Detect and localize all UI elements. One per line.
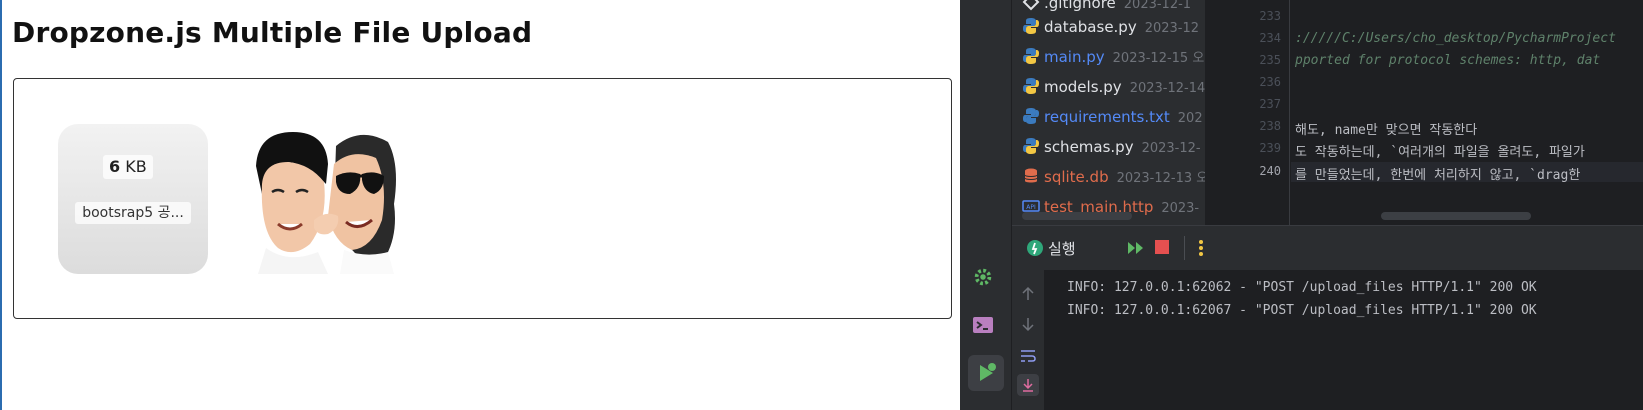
file-date: 2023-12- [1141,141,1201,156]
scroll-to-end-icon[interactable] [1017,374,1039,396]
code-editor[interactable]: ://///C:/Users/cho_desktop/PycharmProjec… [1291,0,1643,225]
line-number: 237 [1259,97,1281,111]
file-date: 2023-12-15 오 [1112,51,1205,66]
file-item-sqlite-db[interactable]: sqlite.db 2023-12-13 오 [1022,166,1205,188]
line-number: 233 [1259,9,1281,23]
arrow-down-icon[interactable] [1021,316,1035,336]
browser-page: Dropzone.js Multiple File Upload 6 KB bo… [0,0,960,410]
file-item-requirements-txt[interactable]: requirements.txt 202 [1022,106,1203,128]
console-side-toolbar [1012,270,1044,410]
git-diamond-icon [1022,0,1040,11]
file-name-label: sqlite.db [1044,168,1109,186]
file-date: 2023-12-14 [1129,81,1205,96]
database-icon [1024,168,1038,183]
code-line: 를 만들었는데, 한번에 처리하지 않고, `drag한 [1295,168,1581,183]
arrow-up-icon[interactable] [1021,286,1035,306]
line-number-gutter: 233 234 235 236 237 238 239 240 [1205,0,1290,225]
file-item-gitignore[interactable]: .gitignore 2023-12-1 [1022,0,1191,14]
run-config-icon [1026,239,1044,261]
uploaded-image-thumbnail[interactable] [248,124,398,274]
editor-horizontal-scrollbar[interactable] [1381,212,1531,220]
python-icon [1023,48,1039,64]
file-date: 2023-12-13 오 [1116,171,1205,186]
settings-gear-icon[interactable] [968,262,998,292]
code-line: 해도, name만 맞으면 작동한다 [1295,123,1478,138]
console-log-line: INFO: 127.0.0.1:62062 - "POST /upload_fi… [1067,280,1537,295]
file-name-label: models.py [1044,78,1122,96]
dropzone-file-preview[interactable]: 6 KB bootsrap5 공... [58,124,208,274]
ide-tool-strip [960,0,1012,410]
file-item-models-py[interactable]: models.py 2023-12-14 [1022,76,1205,98]
more-options-icon[interactable] [1198,239,1204,261]
page-title: Dropzone.js Multiple File Upload [12,16,533,49]
code-line: 도 작동하는데, `여러개의 파일을 올려도, 파일가 [1295,145,1585,160]
file-item-main-py[interactable]: main.py 2023-12-15 오 [1022,46,1204,68]
file-item-database-py[interactable]: database.py 2023-12 [1022,16,1199,38]
line-number: 239 [1259,141,1281,155]
file-size: 6 KB [103,155,153,179]
file-date: 2023-12-1 [1123,0,1192,12]
tree-horizontal-scrollbar[interactable] [1022,212,1132,220]
toolbar-divider [1184,236,1185,260]
run-tool-icon[interactable] [968,355,1004,391]
code-line: pported for protocol schemes: http, dat [1295,53,1601,68]
svg-text:API: API [1026,204,1036,211]
file-date: 202 [1177,111,1203,126]
file-date: 2023- [1161,201,1200,216]
terminal-icon[interactable] [968,310,998,340]
run-toolbar: 실행 [1012,225,1643,270]
soft-wrap-icon[interactable] [1020,348,1036,367]
line-number: 235 [1259,53,1281,67]
run-console[interactable]: INFO: 127.0.0.1:62062 - "POST /upload_fi… [1012,270,1643,410]
stop-icon[interactable] [1154,239,1170,259]
file-name-label: requirements.txt [1044,108,1170,126]
project-file-tree: .gitignore 2023-12-1 database.py 2023-12 m… [1012,0,1205,225]
console-log-line: INFO: 127.0.0.1:62067 - "POST /upload_fi… [1067,303,1537,318]
python-icon [1023,78,1039,94]
file-name-label: .gitignore [1044,0,1116,12]
python-icon [1023,18,1039,34]
file-size-number: 6 [109,157,121,176]
line-number: 236 [1259,75,1281,89]
line-number-current: 240 [1259,164,1281,178]
ide-panel: .gitignore 2023-12-1 database.py 2023-12 m… [960,0,1643,410]
file-date: 2023-12 [1144,21,1200,36]
code-line: ://///C:/Users/cho_desktop/PycharmProjec… [1295,31,1616,46]
dropzone-area[interactable]: 6 KB bootsrap5 공... [13,78,952,319]
run-tab-label[interactable]: 실행 [1048,238,1076,259]
rerun-icon[interactable] [1127,240,1145,260]
line-number: 234 [1259,31,1281,45]
file-size-unit: KB [125,157,147,176]
file-name: bootsrap5 공... [75,202,191,224]
python-requirements-icon [1023,108,1039,124]
file-item-schemas-py[interactable]: schemas.py 2023-12- [1022,136,1201,158]
file-name-label: database.py [1044,18,1137,36]
file-name-label: main.py [1044,48,1105,66]
python-icon [1023,138,1039,154]
line-number: 238 [1259,119,1281,133]
file-name-label: schemas.py [1044,138,1134,156]
